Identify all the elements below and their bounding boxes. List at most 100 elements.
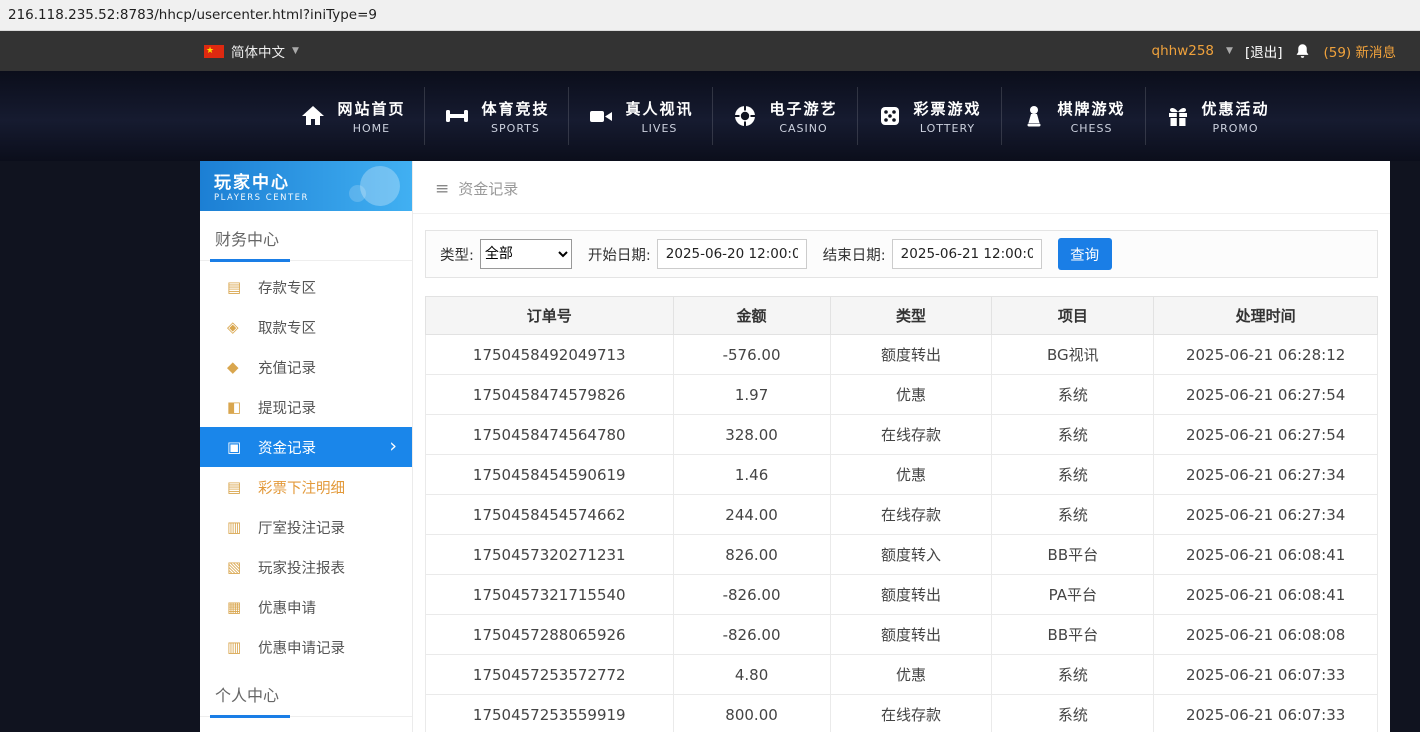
- end-date-input[interactable]: [892, 239, 1042, 269]
- sidebar-menu: 财务中心 ▤存款专区◈取款专区◆充值记录◧提现记录▣资金记录›▤彩票下注明细▥厅室…: [200, 211, 412, 717]
- start-date-input[interactable]: [657, 239, 807, 269]
- funds-table-body: 1750458492049713-576.00额度转出BG视讯2025-06-2…: [426, 335, 1378, 732]
- cell-time: 2025-06-21 06:08:41: [1154, 575, 1378, 615]
- funds-table: 订单号金额类型项目处理时间 1750458492049713-576.00额度转…: [425, 296, 1378, 732]
- column-header: 订单号: [426, 297, 674, 335]
- withdraw-record-icon: ◧: [227, 398, 258, 416]
- deposit-icon: ▤: [227, 278, 258, 296]
- logout-link[interactable]: [退出]: [1245, 41, 1283, 61]
- nav-item-sports[interactable]: 体育竞技SPORTS: [424, 87, 568, 145]
- column-header: 类型: [830, 297, 992, 335]
- cell-order-no: 1750457253559919: [426, 695, 674, 732]
- cell-type: 额度转出: [830, 335, 992, 375]
- sidebar-item-withdrawal-records[interactable]: ◧提现记录: [200, 387, 412, 427]
- table-row: 1750458492049713-576.00额度转出BG视讯2025-06-2…: [426, 335, 1378, 375]
- sidebar-item-deposit-zone[interactable]: ▤存款专区: [200, 267, 412, 307]
- end-date-label: 结束日期:: [823, 244, 886, 265]
- table-row: 1750457288065926-826.00额度转出BB平台2025-06-2…: [426, 615, 1378, 655]
- sidebar-title: 玩家中心: [214, 168, 412, 193]
- cell-amount: 826.00: [673, 535, 830, 575]
- filter-bar: 类型: 全部 开始日期: 结束日期: 查询: [425, 230, 1378, 278]
- table-row: 1750457320271231826.00额度转入BB平台2025-06-21…: [426, 535, 1378, 575]
- cell-amount: 4.80: [673, 655, 830, 695]
- nav-item-home[interactable]: 网站首页HOME: [281, 87, 424, 145]
- cell-amount: 244.00: [673, 495, 830, 535]
- cell-type: 优惠: [830, 455, 992, 495]
- cell-order-no: 1750458454574662: [426, 495, 674, 535]
- cell-time: 2025-06-21 06:28:12: [1154, 335, 1378, 375]
- hall-bets-icon: ▥: [227, 518, 258, 536]
- sidebar-section-title: 财务中心: [200, 211, 412, 261]
- cell-amount: 1.97: [673, 375, 830, 415]
- sidebar-subtitle: PLAYERS CENTER: [214, 193, 412, 203]
- column-header: 金额: [673, 297, 830, 335]
- live-video-icon: [588, 103, 614, 129]
- cell-item: BB平台: [992, 615, 1154, 655]
- cell-amount: -826.00: [673, 615, 830, 655]
- cell-time: 2025-06-21 06:27:54: [1154, 415, 1378, 455]
- cell-type: 在线存款: [830, 495, 992, 535]
- cell-item: BG视讯: [992, 335, 1154, 375]
- sports-icon: [444, 103, 470, 129]
- funds-table-head-row: 订单号金额类型项目处理时间: [426, 297, 1378, 335]
- table-row: 1750458454574662244.00在线存款系统2025-06-21 0…: [426, 495, 1378, 535]
- nav-item-lives[interactable]: 真人视讯LIVES: [568, 87, 712, 145]
- cell-order-no: 1750458474579826: [426, 375, 674, 415]
- browser-url-bar[interactable]: 216.118.235.52:8783/hhcp/usercenter.html…: [0, 0, 1420, 31]
- cell-time: 2025-06-21 06:07:33: [1154, 695, 1378, 732]
- sidebar-item-promo-apply-records[interactable]: ▥优惠申请记录: [200, 627, 412, 667]
- sidebar-item-recharge-records[interactable]: ◆充值记录: [200, 347, 412, 387]
- search-button[interactable]: 查询: [1058, 238, 1112, 270]
- table-row: 1750458474564780328.00在线存款系统2025-06-21 0…: [426, 415, 1378, 455]
- sidebar-section-title: 个人中心: [200, 667, 412, 717]
- nav-item-promo[interactable]: 优惠活动PROMO: [1145, 87, 1289, 145]
- type-label: 类型:: [440, 244, 474, 265]
- table-row: 17504572535727724.80优惠系统2025-06-21 06:07…: [426, 655, 1378, 695]
- cell-item: 系统: [992, 455, 1154, 495]
- sidebar-item-funds-records[interactable]: ▣资金记录›: [200, 427, 412, 467]
- account-bar: ★ 简体中文 ▼ qhhw258 ▼ [退出] (59) 新消息: [0, 31, 1420, 71]
- sidebar-item-lottery-bet-details[interactable]: ▤彩票下注明细: [200, 467, 412, 507]
- account-right: qhhw258 ▼ [退出] (59) 新消息: [1152, 41, 1396, 61]
- cell-amount: -826.00: [673, 575, 830, 615]
- cell-time: 2025-06-21 06:27:54: [1154, 375, 1378, 415]
- cell-item: 系统: [992, 375, 1154, 415]
- type-select[interactable]: 全部: [480, 239, 572, 269]
- china-flag-icon: ★: [204, 45, 224, 58]
- cell-time: 2025-06-21 06:08:41: [1154, 535, 1378, 575]
- cell-item: 系统: [992, 655, 1154, 695]
- cell-amount: 328.00: [673, 415, 830, 455]
- sidebar-item-withdraw-zone[interactable]: ◈取款专区: [200, 307, 412, 347]
- username-menu[interactable]: qhhw258: [1152, 43, 1215, 59]
- main-content: ≡ 资金记录 类型: 全部 开始日期: 结束日期: 查询 订单号金额类型项目处理…: [413, 161, 1390, 732]
- cell-type: 额度转出: [830, 575, 992, 615]
- cell-item: 系统: [992, 495, 1154, 535]
- casino-icon: [732, 103, 758, 129]
- chess-icon: [1021, 103, 1047, 129]
- player-report-icon: ▧: [227, 558, 258, 576]
- chevron-right-icon: ›: [389, 435, 397, 457]
- sidebar-item-hall-bet-records[interactable]: ▥厅室投注记录: [200, 507, 412, 547]
- cell-item: 系统: [992, 415, 1154, 455]
- cell-time: 2025-06-21 06:27:34: [1154, 455, 1378, 495]
- new-messages-link[interactable]: (59) 新消息: [1323, 41, 1396, 61]
- nav-item-casino[interactable]: 电子游艺CASINO: [712, 87, 856, 145]
- cell-type: 额度转入: [830, 535, 992, 575]
- chevron-down-icon[interactable]: ▼: [1226, 46, 1233, 56]
- nav-item-lottery[interactable]: 彩票游戏LOTTERY: [857, 87, 1001, 145]
- sidebar-item-promo-apply[interactable]: ▦优惠申请: [200, 587, 412, 627]
- bell-icon[interactable]: [1294, 43, 1311, 60]
- cell-time: 2025-06-21 06:27:34: [1154, 495, 1378, 535]
- cell-item: 系统: [992, 695, 1154, 732]
- language-selector[interactable]: ★ 简体中文 ▼: [204, 41, 299, 61]
- recharge-record-icon: ◆: [227, 358, 258, 376]
- cell-order-no: 1750458454590619: [426, 455, 674, 495]
- cell-type: 额度转出: [830, 615, 992, 655]
- hamburger-icon: ≡: [435, 179, 449, 199]
- nav-item-chess[interactable]: 棋牌游戏CHESS: [1001, 87, 1145, 145]
- table-row: 17504584745798261.97优惠系统2025-06-21 06:27…: [426, 375, 1378, 415]
- cell-type: 优惠: [830, 655, 992, 695]
- promo-apply-icon: ▦: [227, 598, 258, 616]
- start-date-label: 开始日期:: [588, 244, 651, 265]
- sidebar-item-player-bet-report[interactable]: ▧玩家投注报表: [200, 547, 412, 587]
